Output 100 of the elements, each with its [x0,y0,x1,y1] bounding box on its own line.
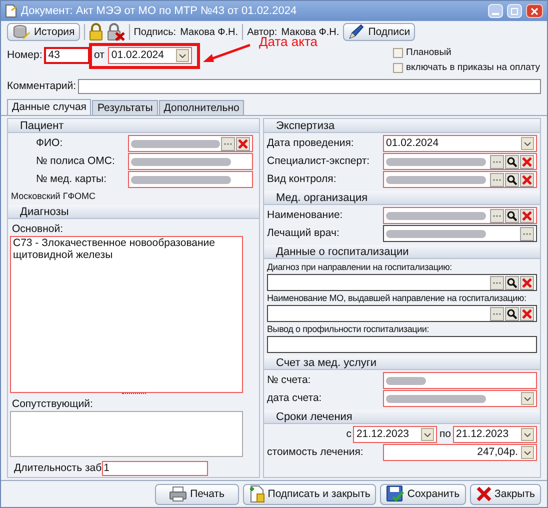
window-title: Документ: Акт МЭЭ от МО по МТР №43 от 01.02.2024 [21,4,298,18]
input-field[interactable]: 247,04р. [383,444,537,461]
input-field[interactable] [383,390,537,407]
section-header: Данные о госпитализации [264,245,540,259]
comment-field[interactable] [78,78,541,94]
input-field[interactable] [383,207,537,224]
checkbox-option[interactable]: включать в приказы на оплату [393,61,540,74]
search-button[interactable] [505,276,519,290]
save-button[interactable]: Сохранить [380,484,466,504]
field-label: Вид контроля: [267,173,338,186]
diagnosis-text-area[interactable]: C73 - Злокачественное новообразование щитовидной железы [10,236,243,393]
print-button[interactable]: Печать [154,484,239,504]
section-header: Мед. организация [264,191,540,205]
caret-icon [179,54,186,58]
field-label: Наименование: [267,209,344,222]
field-label: Длительность заб [14,462,102,476]
number-field[interactable]: 43 [44,47,90,64]
field-label: Дата проведения: [267,137,355,150]
clear-button[interactable] [520,208,534,222]
close-icon [522,210,532,220]
close-icon [531,8,538,14]
history-button[interactable]: История [7,23,80,41]
close-button[interactable] [526,4,543,18]
clear-button[interactable] [520,172,534,186]
input-field[interactable] [267,274,537,291]
dropdown-button[interactable] [421,428,434,441]
number-label: Номер: [7,49,42,62]
close-icon [238,138,248,148]
field-label: Сопутствующий: [11,398,94,411]
author-value: Макова Ф.Н. [281,26,340,38]
close-icon [522,308,532,318]
sign-label: Подпись: [134,26,176,38]
input-field[interactable] [383,225,537,242]
dropdown-button[interactable] [521,392,534,405]
input-field[interactable] [383,171,537,188]
maximize-icon [511,8,518,14]
field-label: дата счета: [267,392,323,405]
input-field[interactable] [267,336,537,353]
clear-button[interactable] [236,136,250,150]
caret-icon [424,432,432,436]
document-icon [5,4,17,18]
field-label: № полиса ОМС: [35,155,116,168]
section-header: Пациент [8,119,259,133]
field-label: Наименование МО, выдавшей направление на госпитализацию: [267,292,528,304]
clear-button[interactable] [520,276,534,290]
ellipsis-button[interactable] [221,136,235,150]
input-field[interactable]: 1 [102,461,208,476]
maximize-button[interactable] [507,4,522,18]
splitter-handle[interactable] [122,392,146,395]
tab[interactable]: Дополнительно [158,100,244,115]
input-field[interactable]: 21.12.2023 [453,426,537,443]
close-icon [522,278,532,288]
search-icon [507,308,517,318]
checkbox[interactable] [393,62,403,72]
input-field[interactable] [383,153,537,170]
dropdown-button[interactable] [521,137,534,150]
redacted-text [386,376,426,384]
input-field[interactable]: 01.02.2024 [108,47,192,64]
field-label: № мед. карты: [35,173,108,186]
search-button[interactable] [505,306,519,320]
caret-icon [524,396,531,400]
field-label: Диагноз при направлении на госпитализацию: [267,261,453,273]
fund-label: Московский ГФОМС [10,190,97,203]
minimize-button[interactable] [488,4,503,18]
input-field[interactable]: 01.02.2024 [383,135,537,152]
search-button[interactable] [505,208,519,222]
checkbox-option[interactable]: Плановый [393,46,540,59]
tab[interactable]: Данные случая [7,99,92,115]
caret-icon [524,432,531,436]
author-label: Автор: [247,26,278,38]
dropdown-button[interactable] [521,428,534,441]
input-field[interactable] [267,305,537,322]
input-field[interactable] [128,135,253,152]
date-label: от [94,49,104,62]
field-label: ФИО: [35,137,64,150]
section-header: Диагнозы [8,205,259,219]
close-button[interactable]: Закрыть [470,484,541,504]
field-label: Вывод о профильности госпитализации: [267,323,430,335]
clear-button[interactable] [520,306,534,320]
caret-icon [524,450,531,454]
search-button[interactable] [505,172,519,186]
tab[interactable]: Результаты [92,100,158,115]
input-field[interactable]: 21.12.2023 [353,426,438,443]
input-field[interactable] [128,171,253,188]
input-field[interactable] [383,372,537,389]
search-button[interactable] [505,154,519,168]
database-icon [12,24,30,40]
signatures-button[interactable]: Подписи [343,23,416,41]
dropdown-button[interactable] [521,446,534,459]
field-label: с [346,428,352,441]
input-field[interactable] [128,153,253,170]
section-header: Счет за мед. услуги [264,356,540,370]
search-icon [507,278,517,288]
close-icon [522,156,532,166]
search-icon [507,174,517,184]
clear-button[interactable] [520,154,534,168]
sign-and-close-button[interactable]: Подписать и закрыть [242,484,376,504]
dropdown-button[interactable] [176,49,190,62]
checkbox[interactable] [393,48,403,58]
section-header: Сроки лечения [264,410,540,424]
